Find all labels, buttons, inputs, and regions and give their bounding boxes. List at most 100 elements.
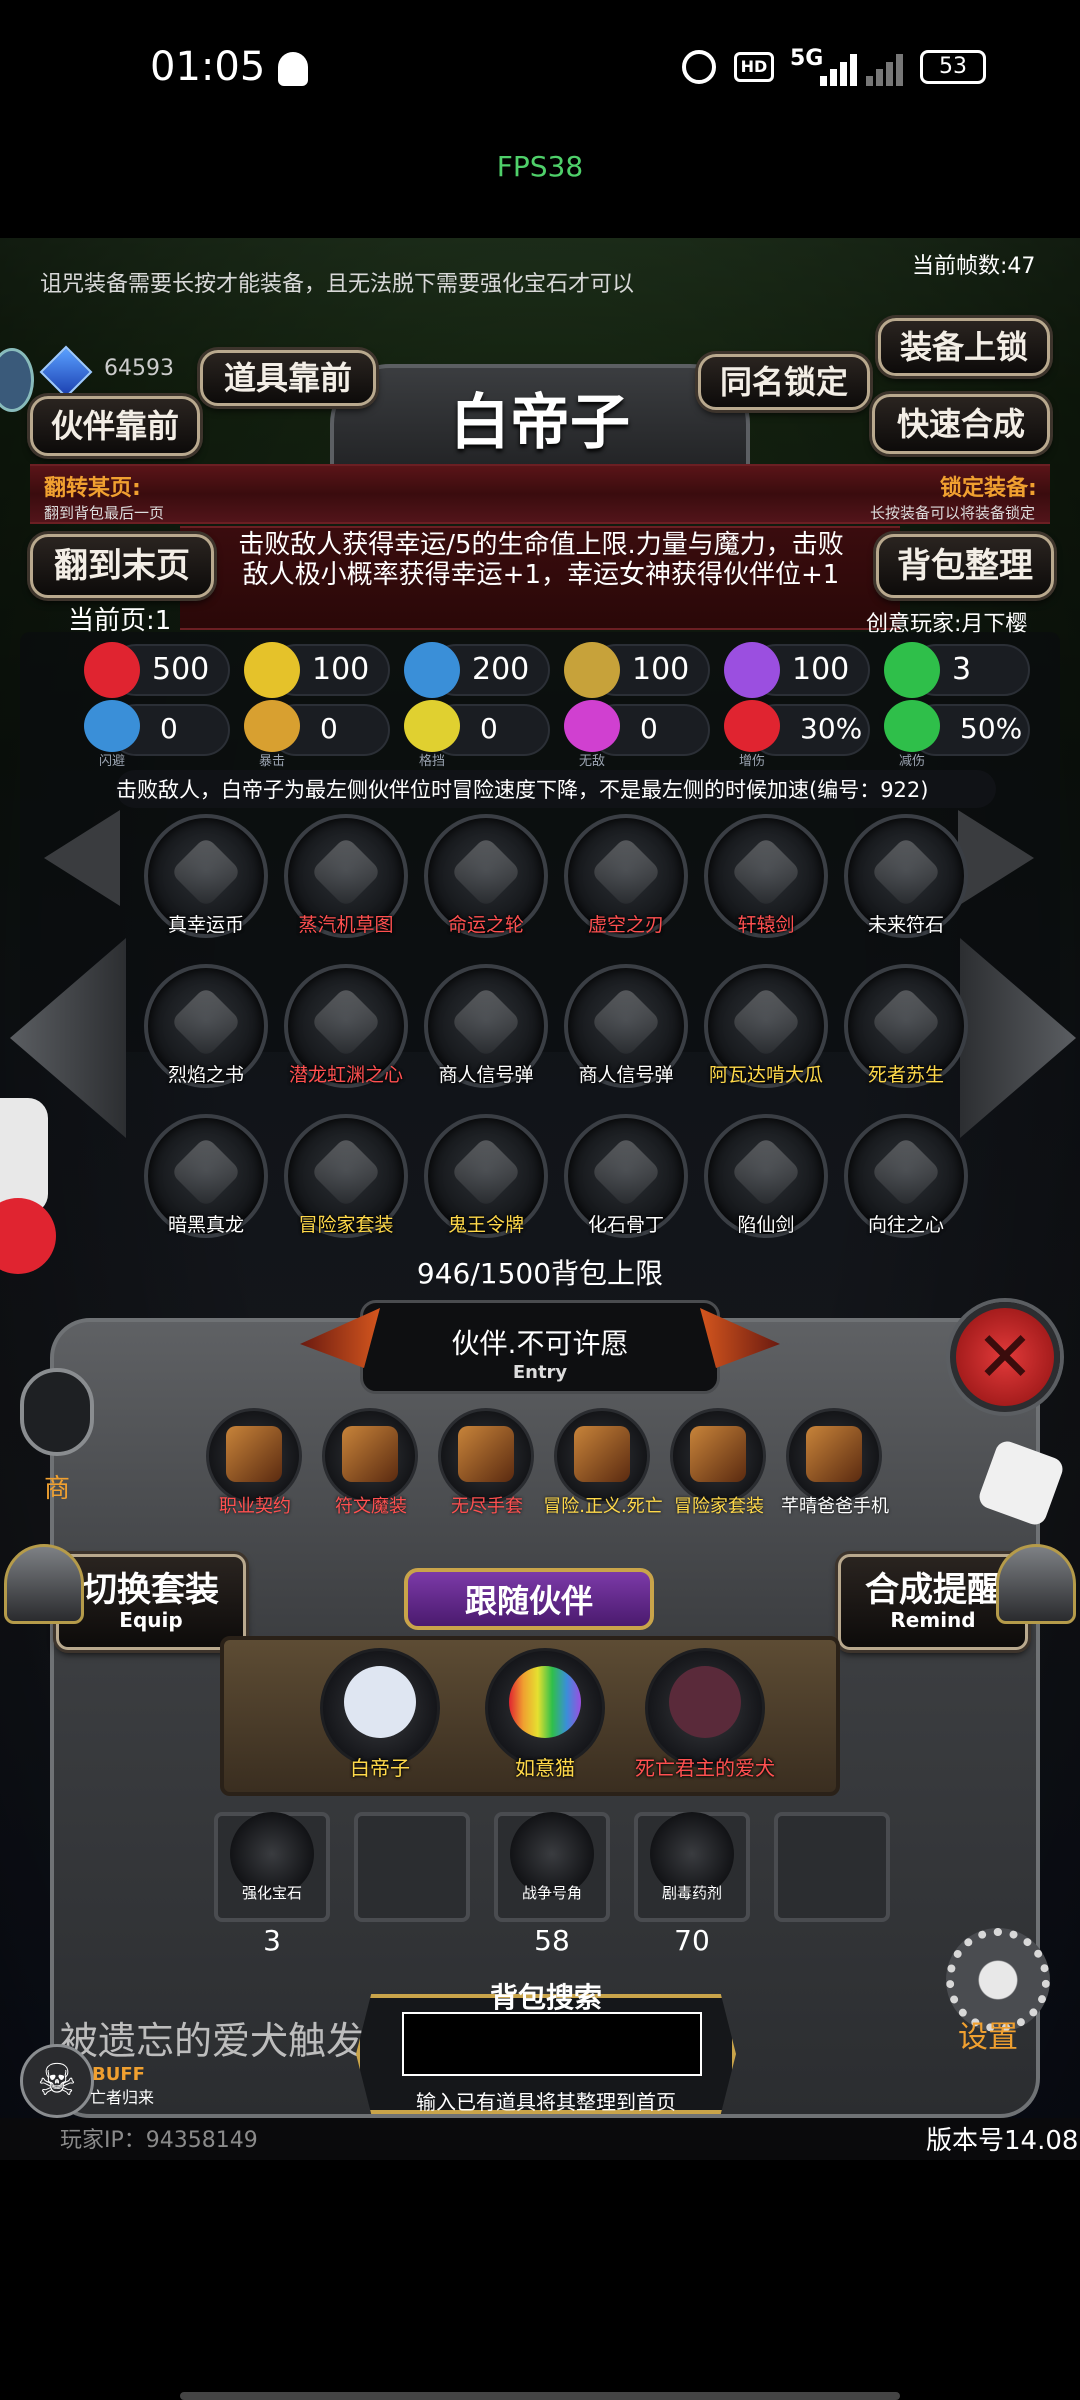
- item-label: 向往之心: [867, 1214, 944, 1236]
- damage-up-icon: [724, 700, 780, 752]
- alarm-icon: [682, 50, 716, 84]
- stat-value: 100: [632, 652, 690, 687]
- bag-limit: 946/1500背包上限: [416, 1257, 664, 1290]
- stat-value: 0: [160, 712, 178, 745]
- settings-label: 设置: [958, 2020, 1018, 2055]
- version-label: 版本号14.08: [926, 2126, 1079, 2156]
- dodge-icon: [84, 700, 140, 752]
- equip-lock-button[interactable]: 装备上锁: [878, 318, 1050, 376]
- consumable-count: 3: [263, 1924, 281, 1957]
- item-label: 鬼王令牌: [447, 1214, 524, 1236]
- buff-skull-icon[interactable]: ☠: [20, 2044, 94, 2118]
- entry-item-icon: [226, 1426, 282, 1482]
- item-front-button[interactable]: 道具靠前: [200, 350, 376, 406]
- signal-bars-2-icon: [866, 52, 906, 86]
- hero-description: 击败敌人获得幸运/5的生命值上限.力量与魔力，击败敌人极小概率获得幸运+1，幸运…: [238, 530, 844, 590]
- entry-item-icon: [342, 1426, 398, 1482]
- consumable-label: 强化宝石: [241, 1884, 302, 1902]
- consumable-slots: 强化宝石 3 战争号角 58 剧毒药剂 70: [214, 1772, 890, 1972]
- item-label: 虚空之刃: [587, 914, 664, 936]
- game-view: 当前帧数:47 诅咒装备需要长按才能装备，且无法脱下需要强化宝石才可以 白帝子 …: [0, 238, 1080, 2160]
- item-label: 烈焰之书: [167, 1064, 244, 1086]
- consumable-slot[interactable]: [774, 1812, 890, 1922]
- stat-label: 格挡: [418, 754, 445, 769]
- item-label: 轩辕剑: [737, 914, 795, 936]
- item-label: 命运之轮: [447, 914, 524, 936]
- status-bar: 01:05 HD 5G 53: [0, 0, 1080, 140]
- stat-value: 0: [320, 712, 338, 745]
- stat-label: 暴击: [258, 754, 285, 769]
- side-drawer-handle[interactable]: [0, 1098, 48, 1214]
- fps-counter: FPS38: [496, 150, 584, 183]
- partner-icon: [509, 1666, 581, 1738]
- lock-equip-title: 锁定装备:: [940, 476, 1037, 501]
- switch-set-label: 切换套装: [83, 1570, 219, 1610]
- stats-row-secondary: 闪避 0 暴击 0 格挡 0 无敌 0 增伤 30% 减伤 50%: [84, 700, 1050, 770]
- search-hint: 输入已有道具将其整理到首页: [416, 2090, 676, 2114]
- entry-item-label: 芊晴爸爸手机: [781, 1496, 889, 1517]
- stat-value: 500: [152, 652, 210, 687]
- bag-sort-button[interactable]: 背包整理: [876, 534, 1054, 598]
- item-label: 陷仙剑: [737, 1214, 795, 1236]
- search-input[interactable]: [402, 2012, 702, 2076]
- quick-craft-button[interactable]: 快速合成: [872, 394, 1050, 454]
- stat-label: 减伤: [898, 754, 925, 769]
- consumable-slot[interactable]: [354, 1812, 470, 1922]
- item-label: 潜龙虹渊之心: [288, 1064, 403, 1086]
- consumable-label: 战争号角: [521, 1884, 582, 1902]
- entry-title: 伙伴.不可许愿: [451, 1327, 629, 1360]
- stat-value: 50%: [960, 712, 1023, 745]
- stat-value: 0: [480, 712, 498, 745]
- buff-sub: 亡者归来: [90, 2088, 155, 2107]
- item-label: 商人信号弹: [438, 1064, 534, 1086]
- battery-icon: 53: [920, 50, 986, 84]
- notice-text: 诅咒装备需要长按才能装备，且无法脱下需要强化宝石才可以: [40, 272, 635, 297]
- partner-front-button[interactable]: 伙伴靠前: [30, 396, 200, 456]
- item-label: 阿瓦达啃大瓜: [708, 1064, 823, 1086]
- inventory-grid: 真幸运币 蒸汽机草图 命运之轮 虚空之刃 轩辕剑 未来符石 烈焰之书 潜龙虹渊之心 商人信号弹 商…: [136, 810, 976, 1290]
- hd-icon: HD: [734, 52, 774, 82]
- scroll-text: 被遗忘的爱犬触发: [60, 2019, 365, 2063]
- entry-item-icon: [690, 1426, 746, 1482]
- item-label: 冒险家套装: [298, 1214, 394, 1236]
- item-label: 未来符石: [867, 914, 944, 936]
- lightning-icon: [724, 642, 780, 698]
- stat-value: 3: [952, 652, 972, 687]
- entry-items: 职业契约 符文魔装 无尽手套 冒险.正义.死亡 冒险家套装 芊晴爸爸手机: [190, 1408, 910, 1538]
- block-icon: [404, 700, 460, 752]
- signal-5g-label: 5G: [790, 46, 824, 71]
- entry-item-icon: [574, 1426, 630, 1482]
- lock-equip-subtitle: 长按装备可以将装备锁定: [870, 504, 1036, 522]
- notification-ghost-icon: [278, 52, 308, 86]
- battery-level: 53: [939, 54, 967, 79]
- buff-label: BUFF: [92, 2064, 145, 2085]
- clock: 01:05: [150, 44, 266, 90]
- item-label: 真幸运币: [167, 914, 244, 936]
- invincible-icon: [564, 700, 620, 752]
- player-ip: 玩家IP：94358149: [60, 2128, 258, 2153]
- gem-count: 64593: [104, 356, 174, 381]
- strength-icon: [244, 642, 300, 698]
- stats-row-primary: 500 100 200 100 100 3: [84, 640, 1050, 700]
- effect-note: 击败敌人，白帝子为最左侧伙伴位时冒险速度下降，不是最左侧的时候加速(编号：922…: [116, 770, 996, 808]
- entry-sub: Entry: [512, 1362, 568, 1383]
- partner-icon: [669, 1666, 741, 1738]
- partner-icon: [344, 1666, 416, 1738]
- stat-value: 100: [792, 652, 850, 687]
- stat-value: 0: [640, 712, 658, 745]
- helmet-right-icon: [996, 1544, 1076, 1624]
- stat-label: 无敌: [578, 754, 605, 769]
- to-last-page-button[interactable]: 翻到末页: [30, 534, 214, 598]
- stat-value: 30%: [800, 712, 863, 745]
- helmet-left-icon: [4, 1544, 84, 1624]
- crit-icon: [244, 700, 300, 752]
- frame-count: 当前帧数:47: [912, 254, 1036, 279]
- consumable-count: 58: [534, 1924, 570, 1957]
- signal-bars-icon: [820, 52, 860, 86]
- clover-icon: [884, 642, 940, 698]
- sword-icon: [564, 642, 620, 698]
- same-name-lock-button[interactable]: 同名锁定: [698, 354, 870, 410]
- shop-icon[interactable]: [20, 1368, 94, 1456]
- item-label: 暗黑真龙: [167, 1214, 244, 1236]
- entry-item-icon: [806, 1426, 862, 1482]
